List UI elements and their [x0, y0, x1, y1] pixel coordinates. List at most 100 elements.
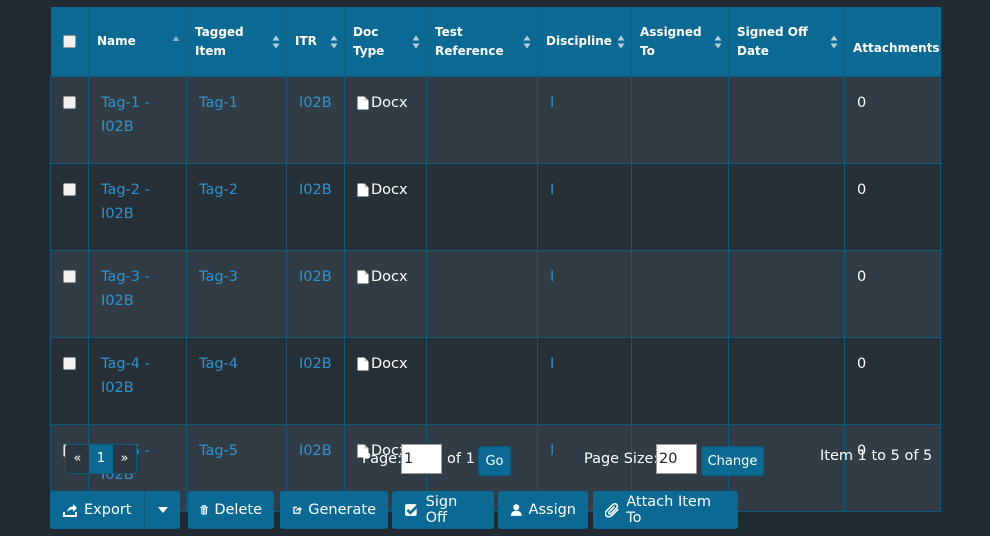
sort-icon[interactable] — [714, 35, 722, 49]
page-count-label: of 1 — [447, 451, 475, 467]
discipline-link[interactable]: I — [550, 182, 554, 198]
trash-icon — [200, 505, 209, 515]
next-page-button[interactable]: » — [113, 445, 136, 473]
sort-icon[interactable] — [412, 35, 420, 49]
attachments-cell: 0 — [844, 250, 941, 338]
itr-table: Name Tagged Item ITR Doc Type Test Refer… — [50, 7, 941, 512]
file-icon — [357, 183, 369, 197]
column-header-doc-type[interactable]: Doc Type — [344, 7, 427, 77]
item-name-link[interactable]: Tag-3 - I02B — [101, 269, 150, 309]
tagged-item-link[interactable]: Tag-3 — [199, 269, 238, 285]
sort-icon[interactable] — [272, 35, 280, 49]
sort-icon[interactable] — [830, 35, 838, 49]
sort-icon[interactable] — [523, 35, 531, 49]
discipline-link[interactable]: I — [550, 269, 554, 285]
caret-down-icon — [157, 507, 168, 513]
attachments-cell: 0 — [844, 163, 941, 251]
attachments-cell: 0 — [844, 76, 941, 164]
column-header-name[interactable]: Name — [88, 7, 187, 77]
table-row: Tag-4 - I02B Tag-4 I02B Docx I 0 — [50, 337, 941, 425]
itr-link[interactable]: I02B — [299, 356, 332, 372]
user-icon — [510, 504, 522, 516]
signed-off-date-cell — [728, 250, 845, 338]
page-size-label: Page Size: — [584, 451, 659, 467]
sort-ascending-icon[interactable] — [172, 35, 180, 49]
signed-off-date-cell — [728, 76, 845, 164]
export-dropdown-toggle[interactable] — [144, 491, 180, 529]
itr-link[interactable]: I02B — [299, 95, 332, 111]
column-header-assigned-to[interactable]: Assigned To — [631, 7, 729, 77]
row-checkbox[interactable] — [63, 96, 76, 109]
row-select-cell — [50, 76, 89, 164]
go-button[interactable]: Go — [478, 446, 511, 476]
file-icon — [357, 96, 369, 110]
item-name-link[interactable]: Tag-4 - I02B — [101, 356, 150, 396]
row-checkbox[interactable] — [63, 183, 76, 196]
item-name-link[interactable]: Tag-2 - I02B — [101, 182, 150, 222]
signed-off-date-cell — [728, 337, 845, 425]
item-range-summary: Item 1 to 5 of 5 — [820, 448, 933, 464]
table-row: Tag-2 - I02B Tag-2 I02B Docx I 0 — [50, 163, 941, 251]
assigned-to-cell — [631, 163, 729, 251]
column-header-discipline[interactable]: Discipline — [537, 7, 632, 77]
table-row: Tag-1 - I02B Tag-1 I02B Docx I 0 — [50, 76, 941, 164]
file-icon — [357, 357, 369, 371]
sign-off-button[interactable]: Sign Off — [392, 491, 494, 529]
item-name-link[interactable]: Tag-1 - I02B — [101, 95, 150, 135]
itr-link[interactable]: I02B — [299, 182, 332, 198]
itr-link[interactable]: I02B — [299, 269, 332, 285]
assign-button[interactable]: Assign — [498, 491, 588, 529]
doc-type-link[interactable]: Docx — [357, 352, 408, 376]
tagged-item-link[interactable]: Tag-4 — [199, 356, 238, 372]
discipline-link[interactable]: I — [550, 356, 554, 372]
row-checkbox[interactable] — [63, 270, 76, 283]
page-number-input[interactable] — [401, 444, 442, 474]
table-header-row: Name Tagged Item ITR Doc Type Test Refer… — [50, 7, 941, 77]
doc-type-link[interactable]: Docx — [357, 91, 408, 115]
test-reference-cell — [426, 337, 538, 425]
column-header-tagged-item[interactable]: Tagged Item — [186, 7, 287, 77]
attach-item-to-button[interactable]: Attach Item To — [593, 491, 738, 529]
test-reference-cell — [426, 250, 538, 338]
sort-icon[interactable] — [330, 35, 338, 49]
row-checkbox[interactable] — [63, 357, 76, 370]
check-square-icon — [404, 503, 420, 516]
share-square-icon — [293, 506, 302, 514]
pagination: « 1 » — [65, 444, 137, 474]
attachments-cell: 0 — [844, 337, 941, 425]
assigned-to-cell — [631, 250, 729, 338]
column-header-signed-off-date[interactable]: Signed Off Date — [728, 7, 845, 77]
test-reference-cell — [426, 163, 538, 251]
column-header-attachments: Attachments — [844, 7, 941, 77]
doc-type-link[interactable]: Docx — [357, 265, 408, 289]
file-icon — [357, 270, 369, 284]
column-header-itr[interactable]: ITR — [286, 7, 345, 77]
doc-type-link[interactable]: Docx — [357, 178, 408, 202]
row-select-cell — [50, 250, 89, 338]
generate-button[interactable]: Generate — [280, 491, 388, 529]
discipline-link[interactable]: I — [550, 443, 554, 459]
export-button[interactable]: Export — [50, 491, 144, 529]
prev-page-button[interactable]: « — [66, 445, 89, 473]
table-row: Tag-3 - I02B Tag-3 I02B Docx I 0 — [50, 250, 941, 338]
delete-button[interactable]: Delete — [188, 491, 274, 529]
itr-link[interactable]: I02B — [299, 443, 332, 459]
select-all-header — [50, 7, 89, 77]
change-page-size-button[interactable]: Change — [701, 446, 764, 476]
select-all-checkbox[interactable] — [62, 35, 76, 48]
tagged-item-link[interactable]: Tag-2 — [199, 182, 238, 198]
page-label: Page: — [362, 451, 402, 467]
assigned-to-cell — [631, 76, 729, 164]
column-header-test-reference[interactable]: Test Reference — [426, 7, 538, 77]
tagged-item-link[interactable]: Tag-1 — [199, 95, 238, 111]
row-select-cell — [50, 163, 89, 251]
discipline-link[interactable]: I — [550, 95, 554, 111]
signed-off-date-cell — [728, 163, 845, 251]
page-1-button[interactable]: 1 — [89, 445, 113, 473]
paperclip-icon — [605, 503, 619, 518]
test-reference-cell — [426, 76, 538, 164]
page-size-input[interactable] — [656, 444, 697, 474]
sort-icon[interactable] — [617, 35, 625, 49]
tagged-item-link[interactable]: Tag-5 — [199, 443, 238, 459]
attachments-cell: 0 — [844, 424, 941, 512]
